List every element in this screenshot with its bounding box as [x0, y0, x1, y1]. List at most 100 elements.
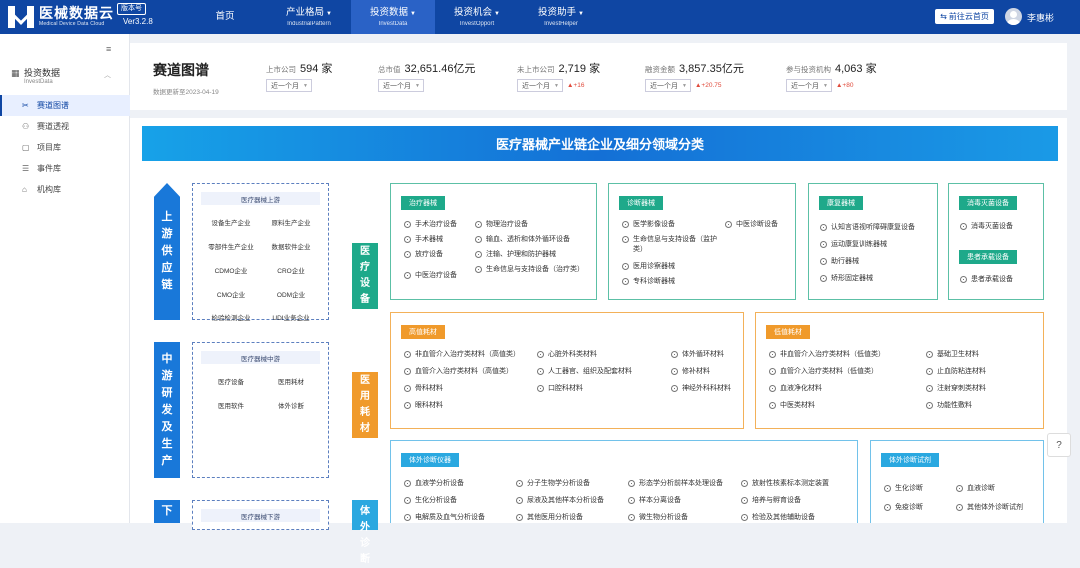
- upstream-cell[interactable]: CMO企业: [201, 289, 261, 299]
- list-item[interactable]: 口腔科材料: [537, 384, 583, 394]
- avatar[interactable]: [1005, 8, 1022, 25]
- list-item[interactable]: 形态学分析前样本处理设备: [628, 479, 723, 489]
- upstream-cell[interactable]: CRO企业: [261, 265, 321, 275]
- list-item[interactable]: 生化诊断: [884, 484, 923, 494]
- goto-cloud-home-button[interactable]: ⇆ 前往云首页: [935, 9, 994, 24]
- sidebar-item-track-perspective[interactable]: ⚇ 赛道透视: [0, 116, 130, 137]
- sidebar-item-institutions[interactable]: ⌂ 机构库: [0, 179, 130, 200]
- help-button[interactable]: ?: [1047, 433, 1071, 457]
- nav-invest-opport[interactable]: 投资机会 ▼ InvestOpport: [435, 0, 519, 34]
- sidebar-item-track-map[interactable]: ✂ 赛道图谱: [0, 95, 130, 116]
- list-item[interactable]: 认知言语视听障碍康复设备: [820, 223, 915, 233]
- list-item[interactable]: 助行器械: [820, 257, 859, 267]
- list-item[interactable]: 血管介入治疗类材料（低值类）: [769, 367, 878, 377]
- card-tag[interactable]: 低值耗材: [766, 325, 810, 339]
- list-item[interactable]: 医学影像设备: [622, 220, 675, 230]
- list-item[interactable]: 血液学分析设备: [404, 479, 464, 489]
- list-item[interactable]: 注射穿刺类材料: [926, 384, 986, 394]
- midstream-cell[interactable]: 医用软件: [201, 400, 261, 410]
- upstream-cell[interactable]: UDI业务企业: [261, 312, 321, 322]
- list-item[interactable]: 电解质及血气分析设备: [404, 513, 485, 523]
- list-item[interactable]: 样本分离设备: [628, 496, 681, 506]
- card-tag[interactable]: 高值耗材: [401, 325, 445, 339]
- nav-invest-helper[interactable]: 投资助手 ▼ InvestHelper: [519, 0, 603, 34]
- nav-invest-data[interactable]: 投资数据 ▼ InvestData: [351, 0, 435, 34]
- list-item[interactable]: 生化分析设备: [404, 496, 457, 506]
- list-item[interactable]: 生命信息与支持设备（治疗类）: [475, 265, 590, 275]
- period-select[interactable]: 近一个月 ▼: [266, 79, 312, 92]
- list-item[interactable]: 生命信息与支持设备（监护类）: [622, 235, 717, 255]
- list-item[interactable]: 血液净化材料: [769, 384, 822, 394]
- list-item[interactable]: 医用诊察器械: [622, 262, 675, 272]
- card-tag[interactable]: 治疗器械: [401, 196, 445, 210]
- list-item[interactable]: 检验及其他辅助设备: [741, 513, 815, 523]
- list-item[interactable]: 患者承载设备: [960, 275, 1013, 285]
- period-select[interactable]: 近一个月 ▼: [645, 79, 691, 92]
- list-item[interactable]: 专科诊断器械: [622, 277, 675, 287]
- sidebar-item-projects[interactable]: ▢ 项目库: [0, 137, 130, 158]
- list-item[interactable]: 修补材料: [671, 367, 710, 377]
- card-tag[interactable]: 体外诊断试剂: [881, 453, 939, 467]
- list-item[interactable]: 功能性敷料: [926, 401, 972, 411]
- list-item[interactable]: 微生物分析设备: [628, 513, 688, 523]
- list-item[interactable]: 基础卫生材料: [926, 350, 979, 360]
- list-item[interactable]: 其他体外诊断试剂: [956, 503, 1023, 513]
- list-item[interactable]: 中医类材料: [769, 401, 815, 411]
- midstream-cell[interactable]: 医用耗材: [261, 376, 321, 386]
- list-item[interactable]: 培养与孵育设备: [741, 496, 801, 506]
- upstream-cell[interactable]: 零部件生产企业: [201, 241, 261, 251]
- list-item[interactable]: 物理治疗设备: [475, 220, 528, 230]
- card-tag[interactable]: 体外诊断仪器: [401, 453, 459, 467]
- upstream-cell[interactable]: ODM企业: [261, 289, 321, 299]
- upstream-cell[interactable]: 数据软件企业: [261, 241, 321, 251]
- list-item[interactable]: 放射性核素标本测定装置: [741, 479, 829, 489]
- list-item[interactable]: 体外循环材料: [671, 350, 724, 360]
- list-item[interactable]: 眼科材料: [404, 401, 443, 411]
- list-item[interactable]: 神经外科科材料: [671, 384, 731, 394]
- card-tag[interactable]: 诊断器械: [619, 196, 663, 210]
- list-item[interactable]: 血液诊断: [956, 484, 995, 494]
- card-tag[interactable]: 康复器械: [819, 196, 863, 210]
- upstream-cell[interactable]: 原料生产企业: [261, 217, 321, 227]
- card-tag[interactable]: 患者承载设备: [959, 250, 1017, 264]
- sidebar-item-events[interactable]: ☰ 事件库: [0, 158, 130, 179]
- sidebar-group-invest-data[interactable]: ▦ 投资数据 InvestData ︿: [0, 64, 130, 94]
- list-item[interactable]: 输血、透析和体外循环设备: [475, 235, 570, 245]
- card-tag[interactable]: 消毒灭菌设备: [959, 196, 1017, 210]
- nav-home[interactable]: 首页: [183, 0, 267, 34]
- period-select[interactable]: 近一个月 ▼: [378, 79, 424, 92]
- list-item[interactable]: 心脏外科类材料: [537, 350, 597, 360]
- list-item[interactable]: 尿液及其他样本分析设备: [516, 496, 604, 506]
- list-item[interactable]: 其他医用分析设备: [516, 513, 583, 523]
- list-item[interactable]: 注输、护理和防护器械: [475, 250, 556, 260]
- item-label: 患者承载设备: [971, 276, 1013, 283]
- list-item[interactable]: 手术治疗设备: [404, 220, 457, 230]
- period-select[interactable]: 近一个月 ▼: [786, 79, 832, 92]
- list-item[interactable]: 血管介入治疗类材料（高值类）: [404, 367, 513, 377]
- list-item[interactable]: 手术器械: [404, 235, 443, 245]
- version-badge[interactable]: 版本号: [117, 3, 146, 15]
- upstream-cell[interactable]: CDMO企业: [201, 265, 261, 275]
- midstream-cell[interactable]: 体外诊断: [261, 400, 321, 410]
- list-item[interactable]: 免疫诊断: [884, 503, 923, 513]
- menu-collapse-icon[interactable]: ≡: [106, 44, 111, 54]
- list-item[interactable]: 中医治疗设备: [404, 271, 457, 281]
- list-item[interactable]: 分子生物学分析设备: [516, 479, 590, 489]
- list-item[interactable]: 非血管介入治疗类材料（低值类）: [769, 350, 885, 360]
- period-select[interactable]: 近一个月 ▼: [517, 79, 563, 92]
- list-item[interactable]: 中医诊断设备: [725, 220, 778, 230]
- list-item[interactable]: 止血防粘连材料: [926, 367, 986, 377]
- upstream-cell[interactable]: 检验检测企业: [201, 312, 261, 322]
- list-item[interactable]: 放疗设备: [404, 250, 443, 260]
- midstream-cell[interactable]: 医疗设备: [201, 376, 261, 386]
- list-item[interactable]: 人工器官、组织及配套材料: [537, 367, 632, 377]
- username[interactable]: 李惠彬: [1027, 11, 1054, 24]
- brand-logo[interactable]: 医械数据云 Medical Device Data Cloud 版本号 Ver3…: [8, 0, 168, 34]
- nav-industrial-pattern[interactable]: 产业格局 ▼ IndustrialPattern: [267, 0, 351, 34]
- list-item[interactable]: 骨科材料: [404, 384, 443, 394]
- list-item[interactable]: 运动康复训练器械: [820, 240, 887, 250]
- upstream-cell[interactable]: 设备生产企业: [201, 217, 261, 227]
- list-item[interactable]: 消毒灭菌设备: [960, 222, 1013, 232]
- list-item[interactable]: 矫形固定器械: [820, 274, 873, 284]
- list-item[interactable]: 非血管介入治疗类材料（高值类）: [404, 350, 520, 360]
